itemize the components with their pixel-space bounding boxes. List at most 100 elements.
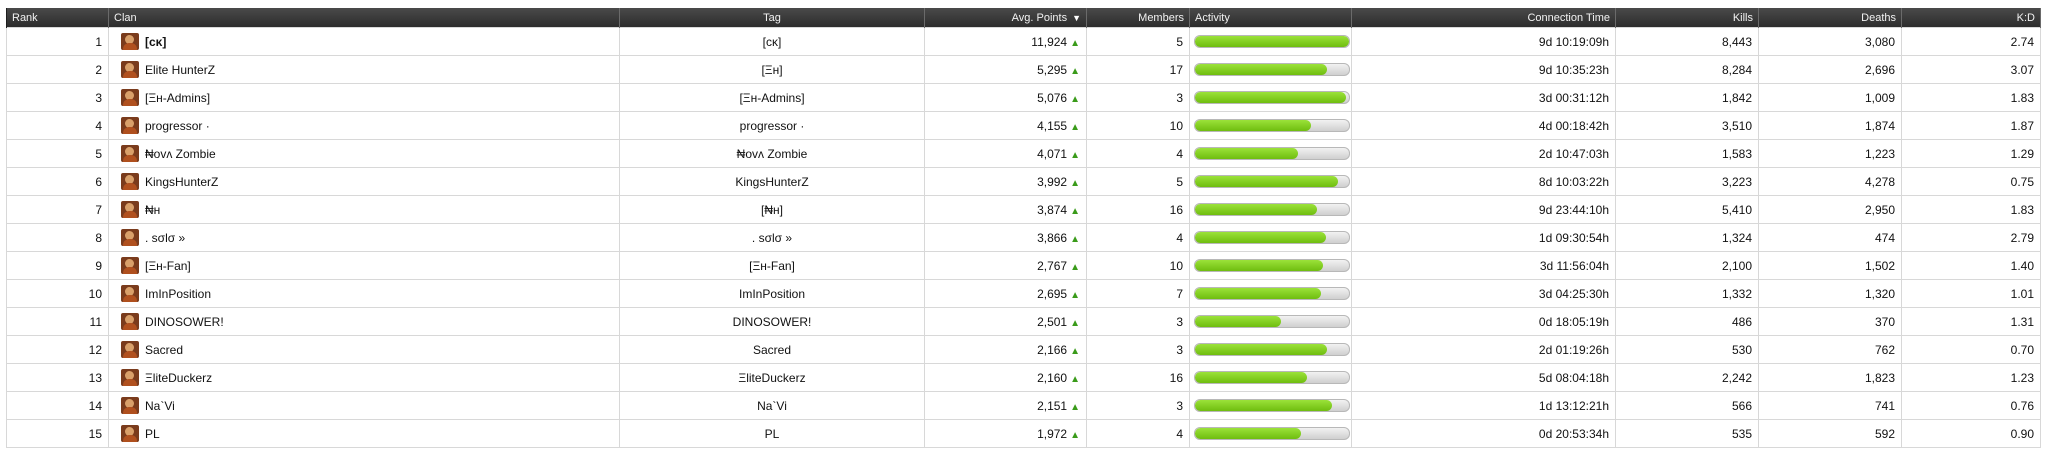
clan-name[interactable]: progressor · [145,119,210,133]
clan-name[interactable]: ₦н [145,203,160,217]
rank-cell: 1 [6,27,109,56]
activity-bar-fill [1195,344,1328,355]
clan-name[interactable]: [ᴄᴋ] [145,35,166,49]
deaths-cell: 1,502 [1758,251,1902,280]
table-row[interactable]: 6 KingsHunterZ KingsHunterZ 3,992 ▲ 5 8d 10:03… [6,167,2041,196]
avg-points-cell: 2,151 ▲ [924,391,1087,420]
activity-bar [1194,259,1350,272]
table-row[interactable]: 4 progressor · progressor · 4,155 ▲ 10 4d 00:1… [6,111,2041,140]
table-row[interactable]: 3 [Ξн-Admins] [Ξн-Admins] 5,076 ▲ 3 3d 00:31:1… [6,83,2041,112]
clan-cell[interactable]: progressor · [108,111,620,140]
activity-bar-fill [1195,120,1311,131]
column-header-kd[interactable]: K:D [1901,8,2041,28]
clan-link[interactable]: . sσlσ » [115,229,613,246]
clan-ranking-table: Rank Clan Tag Avg. Points ▼ Members Activ… [6,8,2041,448]
clan-name[interactable]: KingsHunterZ [145,175,218,189]
clan-cell[interactable]: KingsHunterZ [108,167,620,196]
table-row[interactable]: 13 ΞliteDuckerz ΞliteDuckerz 2,160 ▲ 16 5d 08:… [6,363,2041,392]
clan-link[interactable]: ImInPosition [115,285,613,302]
clan-name[interactable]: PL [145,427,160,441]
clan-cell[interactable]: ΞliteDuckerz [108,363,620,392]
table-row[interactable]: 10 ImInPosition ImInPosition 2,695 ▲ 7 3d 04:2… [6,279,2041,308]
rank-cell: 7 [6,195,109,224]
deaths-cell: 592 [1758,419,1902,448]
clan-link[interactable]: ₦н [115,201,613,218]
table-row[interactable]: 11 DINOSOWER! DINOSOWER! 2,501 ▲ 3 0d 18:05:19… [6,307,2041,336]
clan-cell[interactable]: DINOSOWER! [108,307,620,336]
clan-link[interactable]: PL [115,425,613,442]
activity-bar [1194,287,1350,300]
clan-name[interactable]: [Ξн-Admins] [145,91,210,105]
clan-avatar-icon [121,425,139,442]
clan-cell[interactable]: ₦н [108,195,620,224]
clan-cell[interactable]: [Ξн-Fan] [108,251,620,280]
table-row[interactable]: 9 [Ξн-Fan] [Ξн-Fan] 2,767 ▲ 10 3d 11:56:04h 2,1… [6,251,2041,280]
column-header-clan[interactable]: Clan [108,8,620,28]
clan-cell[interactable]: Sacred [108,335,620,364]
column-header-activity[interactable]: Activity [1189,8,1352,28]
column-header-tag[interactable]: Tag [619,8,925,28]
column-header-rank[interactable]: Rank [6,8,109,28]
clan-link[interactable]: Elite HunterZ [115,61,613,78]
column-header-deaths[interactable]: Deaths [1758,8,1902,28]
activity-cell [1189,27,1352,56]
table-row[interactable]: 15 PL PL 1,972 ▲ 4 0d 20:53:34h 535 592 0.90 [6,419,2041,448]
column-header-members[interactable]: Members [1086,8,1190,28]
clan-name[interactable]: ₦ovʌ Zombie [145,147,216,161]
clan-cell[interactable]: Elite HunterZ [108,55,620,84]
clan-link[interactable]: ΞliteDuckerz [115,369,613,386]
table-row[interactable]: 1 [ᴄᴋ] [ᴄᴋ] 11,924 ▲ 5 9d 10:19:09h 8,443 3,080 2… [6,27,2041,56]
tag-cell: ImInPosition [619,279,925,308]
tag-cell: Sacred [619,335,925,364]
members-cell: 7 [1086,279,1190,308]
clan-cell[interactable]: ImInPosition [108,279,620,308]
activity-cell [1189,83,1352,112]
clan-name[interactable]: [Ξн-Fan] [145,259,191,273]
clan-name[interactable]: ImInPosition [145,287,211,301]
tag-cell: ₦ovʌ Zombie [619,139,925,168]
table-row[interactable]: 5 ₦ovʌ Zombie ₦ovʌ Zombie 4,071 ▲ 4 2d 10:47:0… [6,139,2041,168]
avg-points-value: 2,160 [1037,370,1068,385]
column-header-kills[interactable]: Kills [1615,8,1759,28]
clan-name[interactable]: . sσlσ » [145,231,185,245]
connection-time-cell: 8d 10:03:22h [1351,167,1616,196]
clan-cell[interactable]: [Ξн-Admins] [108,83,620,112]
clan-link[interactable]: DINOSOWER! [115,313,613,330]
clan-cell[interactable]: PL [108,419,620,448]
trend-up-icon: ▲ [1070,65,1080,77]
rank-cell: 3 [6,83,109,112]
clan-link[interactable]: Na`Vi [115,397,613,414]
table-row[interactable]: 12 Sacred Sacred 2,166 ▲ 3 2d 01:19:26h 530 762 0… [6,335,2041,364]
clan-name[interactable]: DINOSOWER! [145,315,224,329]
clan-link[interactable]: [Ξн-Fan] [115,257,613,274]
clan-link[interactable]: [ᴄᴋ] [115,33,613,50]
table-row[interactable]: 14 Na`Vi Na`Vi 2,151 ▲ 3 1d 13:12:21h 566 741 0.7… [6,391,2041,420]
clan-cell[interactable]: [ᴄᴋ] [108,27,620,56]
activity-bar [1194,231,1350,244]
kills-cell: 8,443 [1615,27,1759,56]
avg-points-value: 3,992 [1037,174,1068,189]
table-row[interactable]: 2 Elite HunterZ [Ξн] 5,295 ▲ 17 9d 10:35:23h 8,… [6,55,2041,84]
clan-link[interactable]: [Ξн-Admins] [115,89,613,106]
column-header-avg-points[interactable]: Avg. Points ▼ [924,8,1087,28]
activity-bar-fill [1195,148,1299,159]
table-row[interactable]: 8. sσlσ ». sσlσ » 3,866 ▲ 4 1d 09:30:54h 1,32… [6,223,2041,252]
kd-cell: 0.75 [1901,167,2041,196]
activity-bar [1194,147,1350,160]
table-row[interactable]: 7 ₦н [₦н] 3,874 ▲ 16 9d 23:44:10h 5,410 2,950 1.8… [6,195,2041,224]
clan-link[interactable]: Sacred [115,341,613,358]
clan-link[interactable]: progressor · [115,117,613,134]
rank-cell: 8 [6,223,109,252]
column-header-connection-time[interactable]: Connection Time [1351,8,1616,28]
clan-name[interactable]: Na`Vi [145,399,175,413]
trend-up-icon: ▲ [1070,205,1080,217]
clan-name[interactable]: ΞliteDuckerz [145,371,212,385]
activity-bar [1194,63,1350,76]
clan-cell[interactable]: . sσlσ » [108,223,620,252]
clan-cell[interactable]: ₦ovʌ Zombie [108,139,620,168]
clan-link[interactable]: ₦ovʌ Zombie [115,145,613,162]
clan-cell[interactable]: Na`Vi [108,391,620,420]
clan-link[interactable]: KingsHunterZ [115,173,613,190]
clan-name[interactable]: Sacred [145,343,183,357]
clan-name[interactable]: Elite HunterZ [145,63,215,77]
